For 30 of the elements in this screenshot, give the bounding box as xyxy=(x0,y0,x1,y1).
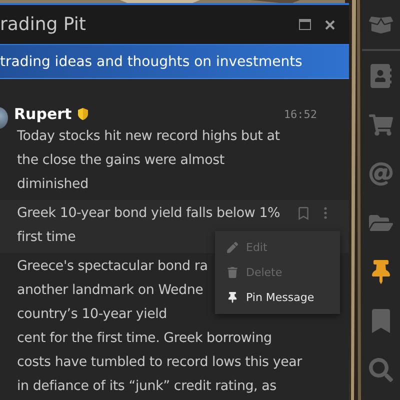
message-line: in defiance of its “junk” credit rating, as xyxy=(17,378,276,396)
close-icon[interactable] xyxy=(325,20,335,30)
message-line: the close the gains were almost xyxy=(17,152,224,170)
menu-item[interactable]: Pin Message xyxy=(215,285,340,310)
message-line: another landmark on Wedne xyxy=(17,282,204,300)
message-line: country’s 10-year yield xyxy=(17,306,167,324)
trash-icon xyxy=(227,267,238,278)
message-line: costs have tumbled to record lows this year xyxy=(17,354,302,372)
more-icon[interactable] xyxy=(324,207,327,219)
message-line: first time xyxy=(17,229,76,247)
bookmark-icon[interactable] xyxy=(297,207,310,220)
cart-icon[interactable] xyxy=(369,112,393,136)
channel-topic: trading ideas and thoughts on investments xyxy=(0,54,302,70)
window-title: rading Pit xyxy=(0,14,87,36)
pencil-icon xyxy=(227,242,238,253)
message-time: 16:52 xyxy=(284,108,317,120)
message-line: Greece's spectacular bond ra xyxy=(17,258,208,276)
message-line: cent for the first time. Greek borrowing xyxy=(17,330,272,348)
author-name: Rupert xyxy=(14,105,72,123)
search-icon[interactable] xyxy=(369,358,393,382)
maximize-icon[interactable] xyxy=(299,19,311,30)
bookmark-icon[interactable] xyxy=(369,308,393,332)
pin-icon xyxy=(227,292,238,303)
message-line: Today stocks hit new record highs but at xyxy=(17,128,280,146)
message-line: diminished xyxy=(17,176,88,194)
message-line: Greek 10-year bond yield falls below 1% xyxy=(17,205,280,223)
at-sign-icon[interactable] xyxy=(369,162,393,186)
contacts-icon[interactable] xyxy=(369,64,393,88)
pin-icon[interactable] xyxy=(369,260,393,284)
shield-icon xyxy=(78,108,88,120)
